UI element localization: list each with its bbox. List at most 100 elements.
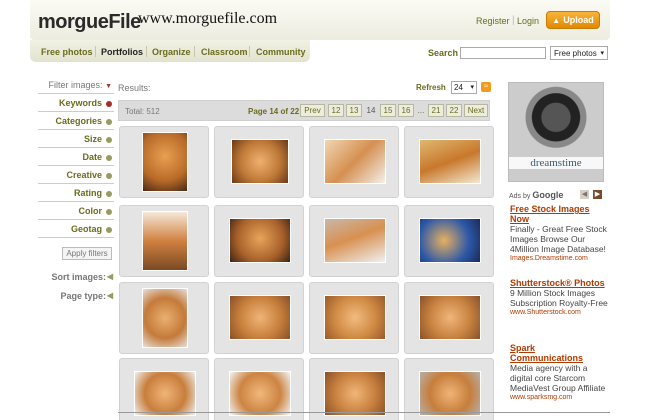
ad-title-link[interactable]: Spark Communications <box>510 343 610 363</box>
cat-photo-thumbnail[interactable] <box>419 371 481 416</box>
filter-size[interactable]: Size <box>38 134 114 148</box>
header-separator: | <box>512 15 515 26</box>
thumbnail-cell[interactable] <box>404 205 494 277</box>
ad-body: Finally - Great Free Stock Images Browse… <box>510 224 607 254</box>
filter-active-dot-icon <box>106 101 112 107</box>
login-link[interactable]: Login <box>517 16 539 26</box>
search-input[interactable] <box>460 47 546 59</box>
cat-photo-thumbnail[interactable] <box>229 371 291 416</box>
site-header: morgueFile www.morguefile.com Register |… <box>30 0 610 40</box>
page-type-toggle[interactable]: Page type: ◀ <box>38 291 114 301</box>
pager-page[interactable]: 21 <box>428 104 444 117</box>
cat-photo-thumbnail[interactable] <box>324 218 386 263</box>
thumbnail-cell[interactable] <box>214 282 304 354</box>
rss-icon[interactable]: ≈ <box>481 82 491 92</box>
ad-title-link[interactable]: Shutterstock® Photos <box>510 278 610 288</box>
thumbnail-cell[interactable] <box>214 205 304 277</box>
filter-geotag[interactable]: Geotag <box>38 224 114 238</box>
ads-by-google[interactable]: Ads by Google <box>509 190 563 200</box>
filter-dot-icon <box>106 209 112 215</box>
refresh-link[interactable]: Refresh <box>416 83 446 92</box>
chevron-left-icon: ◀ <box>106 272 113 281</box>
ad-prev-icon[interactable]: ◀ <box>580 190 589 199</box>
thumbnail-cell[interactable] <box>119 358 209 420</box>
upload-icon: ▲ <box>552 16 561 25</box>
ad-url[interactable]: Images.Dreamstime.com <box>510 254 610 263</box>
pager-prev[interactable]: Prev <box>300 104 325 117</box>
cat-photo-thumbnail[interactable] <box>419 218 481 263</box>
cat-photo-thumbnail[interactable] <box>231 139 289 184</box>
pagination-bar: Total: 512 Page 14 of 22 Prev 12 13 14 1… <box>118 100 490 121</box>
dreamstime-banner-ad[interactable]: dreamstime <box>508 82 604 182</box>
per-page-select[interactable]: 24 ▾ <box>451 81 477 94</box>
thumbnail-cell[interactable] <box>309 282 399 354</box>
pager-page[interactable]: 16 <box>398 104 414 117</box>
cat-photo-thumbnail[interactable] <box>229 295 291 340</box>
cat-photo-thumbnail[interactable] <box>324 139 386 184</box>
filter-creative[interactable]: Creative <box>38 170 114 184</box>
filter-keywords[interactable]: Keywords <box>38 98 114 112</box>
chevron-down-icon: ▾ <box>600 50 604 57</box>
pager-page[interactable]: 22 <box>446 104 462 117</box>
thumbnail-cell[interactable] <box>119 126 209 198</box>
apply-filters-button[interactable]: Apply filters <box>62 247 112 260</box>
ad-title-link[interactable]: Free Stock Images Now <box>510 204 610 224</box>
chevron-down-icon: ▾ <box>470 84 474 91</box>
ad-url[interactable]: www.sparksmg.com <box>510 393 610 402</box>
filter-categories[interactable]: Categories <box>38 116 114 130</box>
nav-portfolios[interactable]: Portfolios <box>101 47 143 57</box>
thumbnail-cell[interactable] <box>214 358 304 420</box>
ad-body: Media agency with a digital core Starcom… <box>510 363 606 393</box>
morguefile-logo[interactable]: morgueFile <box>38 11 141 34</box>
filter-images-toggle[interactable]: Filter images: ▼ <box>38 80 114 94</box>
ad-item: Spark Communications Media agency with a… <box>510 343 610 402</box>
cat-photo-thumbnail[interactable] <box>419 139 481 184</box>
nav-organize[interactable]: Organize <box>152 47 191 57</box>
site-url-text: www.morguefile.com <box>138 10 278 27</box>
pager-next[interactable]: Next <box>464 104 488 117</box>
ad-body: 9 Million Stock Images Subscription Roya… <box>510 288 608 308</box>
nav-free-photos[interactable]: Free photos <box>41 47 93 57</box>
thumbnail-cell[interactable] <box>214 126 304 198</box>
register-link[interactable]: Register <box>476 16 510 26</box>
filter-rating[interactable]: Rating <box>38 188 114 202</box>
filter-dot-icon <box>106 173 112 179</box>
ad-url[interactable]: www.Shutterstock.com <box>510 308 610 317</box>
upload-button[interactable]: ▲ Upload <box>546 11 600 29</box>
cat-photo-thumbnail[interactable] <box>324 371 386 416</box>
thumbnail-cell[interactable] <box>404 126 494 198</box>
cat-photo-thumbnail[interactable] <box>142 132 188 192</box>
sort-images-toggle[interactable]: Sort images: ◀ <box>38 272 114 282</box>
cat-photo-thumbnail[interactable] <box>324 295 386 340</box>
search-type-select[interactable]: Free photos ▾ <box>550 46 608 60</box>
chevron-left-icon: ◀ <box>106 291 113 300</box>
cat-photo-thumbnail[interactable] <box>229 218 291 263</box>
search-label: Search <box>428 48 459 58</box>
thumbnail-cell[interactable] <box>119 205 209 277</box>
pager-page[interactable]: 13 <box>346 104 362 117</box>
filter-color[interactable]: Color <box>38 206 114 220</box>
pager-page[interactable]: 15 <box>380 104 396 117</box>
thumbnail-cell[interactable] <box>404 358 494 420</box>
thumbnail-cell[interactable] <box>309 205 399 277</box>
pager-current-page: 14 <box>366 106 376 115</box>
nav-community[interactable]: Community <box>256 47 306 57</box>
ad-next-icon[interactable]: ▶ <box>593 190 602 199</box>
filter-dot-icon <box>106 227 112 233</box>
pager-page[interactable]: 12 <box>328 104 344 117</box>
thumbnail-cell[interactable] <box>309 126 399 198</box>
cat-photo-thumbnail[interactable] <box>419 295 481 340</box>
main-nav: Free photos Portfolios Organize Classroo… <box>30 40 310 62</box>
cat-photo-thumbnail[interactable] <box>142 288 188 348</box>
nav-divider <box>249 46 250 57</box>
thumbnail-cell[interactable] <box>309 358 399 420</box>
page-indicator: Page 14 of 22 <box>248 107 300 116</box>
cat-photo-thumbnail[interactable] <box>142 211 188 271</box>
nav-classroom[interactable]: Classroom <box>201 47 248 57</box>
thumbnail-cell[interactable] <box>119 282 209 354</box>
pager-ellipsis: ... <box>417 106 425 115</box>
cat-photo-thumbnail[interactable] <box>134 371 196 416</box>
filter-date[interactable]: Date <box>38 152 114 166</box>
filter-dot-icon <box>106 137 112 143</box>
thumbnail-cell[interactable] <box>404 282 494 354</box>
